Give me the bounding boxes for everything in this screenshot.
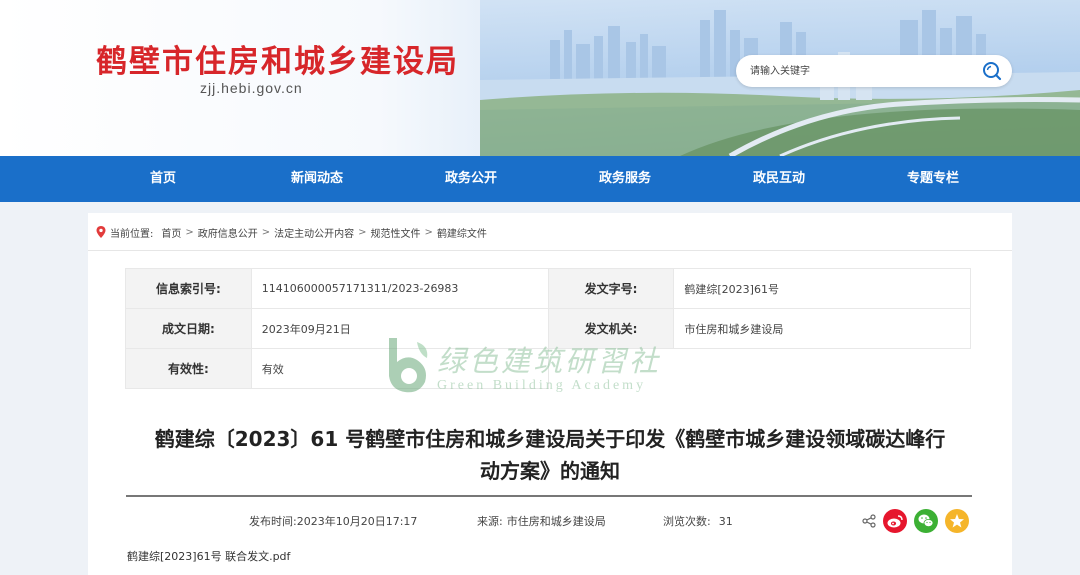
source: 来源: 市住房和城乡建设局 bbox=[477, 513, 606, 529]
nav-home[interactable]: 首页 bbox=[108, 156, 218, 202]
info-value: 市住房和城乡建设局 bbox=[673, 308, 971, 349]
search-input[interactable] bbox=[750, 61, 970, 81]
breadcrumb-separator: > bbox=[261, 226, 271, 238]
share-weibo-button[interactable] bbox=[883, 509, 907, 533]
search-box bbox=[736, 55, 1012, 87]
share-qzone-button[interactable] bbox=[945, 509, 969, 533]
watermark: 绿色建筑研習社 Green Building Academy bbox=[383, 334, 683, 398]
breadcrumb-separator: > bbox=[424, 226, 433, 238]
views-label: 浏览次数: bbox=[663, 515, 711, 528]
header-banner: 鹤壁市住房和城乡建设局 zjj.hebi.gov.cn bbox=[0, 0, 1080, 156]
site-title[interactable]: 鹤壁市住房和城乡建设局 bbox=[96, 36, 459, 81]
share-icon[interactable] bbox=[862, 514, 876, 528]
nav-interaction[interactable]: 政民互动 bbox=[724, 156, 834, 202]
breadcrumb-statutory[interactable]: 法定主动公开内容 bbox=[274, 225, 354, 240]
weibo-icon bbox=[887, 515, 903, 528]
attachment-link[interactable]: 鹤建综[2023]61号 联合发文.pdf bbox=[127, 548, 290, 564]
table-row: 信息索引号: 114106000057171311/2023-26983 发文字… bbox=[125, 268, 971, 309]
publish-value: 2023年10月20日17:17 bbox=[296, 515, 418, 528]
info-value: 鹤建综[2023]61号 bbox=[673, 268, 971, 309]
location-pin-icon bbox=[96, 226, 106, 238]
breadcrumb-separator: > bbox=[358, 226, 367, 238]
search-icon[interactable] bbox=[981, 60, 1003, 82]
breadcrumb-separator: > bbox=[185, 226, 194, 238]
watermark-logo-icon bbox=[389, 338, 428, 393]
nav-news[interactable]: 新闻动态 bbox=[262, 156, 372, 202]
breadcrumb-label: 当前位置: bbox=[110, 228, 154, 240]
breadcrumb-divider bbox=[88, 250, 1012, 251]
watermark-text-cn: 绿色建筑研習社 bbox=[437, 344, 662, 378]
breadcrumb-normative-docs[interactable]: 规范性文件 bbox=[371, 225, 421, 240]
wechat-icon bbox=[918, 514, 934, 527]
breadcrumb-current[interactable]: 鹤建综文件 bbox=[437, 225, 487, 240]
main-nav: 首页 新闻动态 政务公开 政务服务 政民互动 专题专栏 bbox=[0, 156, 1080, 202]
source-label: 来源: bbox=[477, 515, 503, 528]
article-title-line-2: 动方案》的通知 bbox=[480, 459, 620, 483]
info-label: 信息索引号: bbox=[125, 268, 252, 309]
breadcrumb-gov-info[interactable]: 政府信息公开 bbox=[198, 225, 258, 240]
info-label: 成文日期: bbox=[125, 308, 252, 349]
source-value: 市住房和城乡建设局 bbox=[506, 515, 606, 528]
view-count: 浏览次数: 31 bbox=[663, 513, 733, 529]
info-label: 发文字号: bbox=[547, 268, 675, 309]
empty-cell bbox=[673, 348, 971, 389]
site-domain: zjj.hebi.gov.cn bbox=[200, 80, 303, 96]
publish-time: 发布时间:2023年10月20日17:17 bbox=[249, 513, 417, 529]
breadcrumb-home[interactable]: 首页 bbox=[161, 225, 181, 240]
nav-special-topics[interactable]: 专题专栏 bbox=[878, 156, 988, 202]
share-wechat-button[interactable] bbox=[914, 509, 938, 533]
nav-gov-services[interactable]: 政务服务 bbox=[570, 156, 680, 202]
info-label: 有效性: bbox=[125, 348, 252, 389]
nav-gov-affairs-public[interactable]: 政务公开 bbox=[416, 156, 526, 202]
info-value: 114106000057171311/2023-26983 bbox=[250, 268, 549, 309]
title-divider bbox=[126, 495, 972, 497]
publish-label: 发布时间: bbox=[249, 515, 297, 528]
watermark-text-en: Green Building Academy bbox=[437, 378, 647, 393]
breadcrumb: 当前位置: 首页 > 政府信息公开 > 法定主动公开内容 > 规范性文件 > 鹤… bbox=[96, 222, 491, 242]
star-icon bbox=[950, 514, 964, 528]
views-value: 31 bbox=[718, 515, 733, 528]
article-title-line-1: 鹤建综〔2023〕61 号鹤壁市住房和城乡建设局关于印发《鹤壁市城乡建设领域碳达… bbox=[154, 427, 946, 451]
article-title: 鹤建综〔2023〕61 号鹤壁市住房和城乡建设局关于印发《鹤壁市城乡建设领域碳达… bbox=[120, 423, 980, 487]
